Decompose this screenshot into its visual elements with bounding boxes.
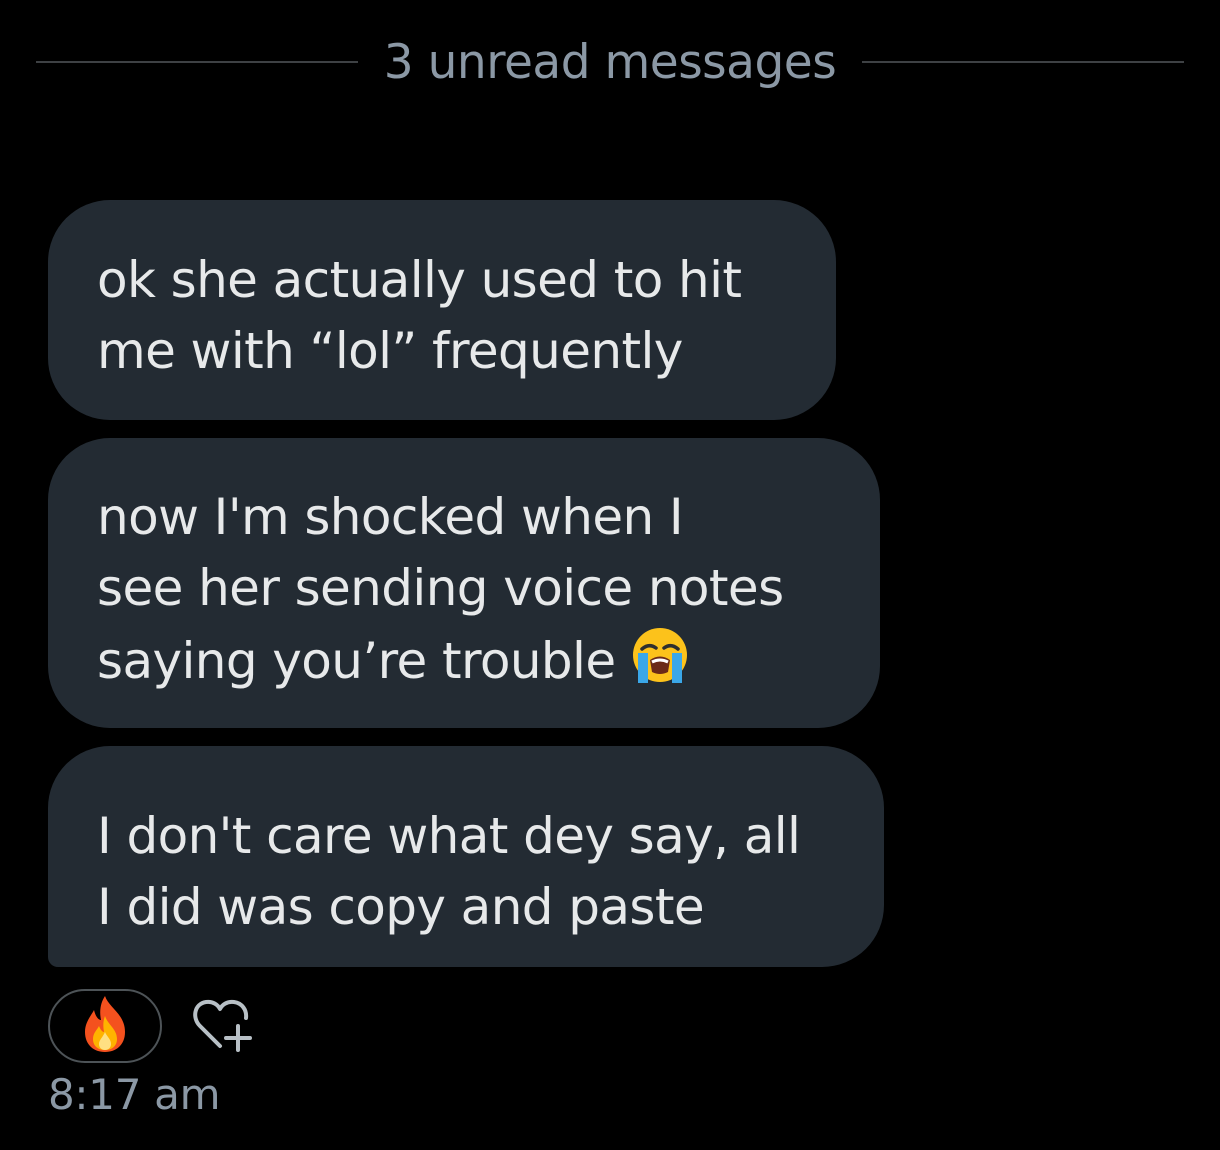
divider-rule-left [36, 61, 358, 63]
message-text-line: ok she actually used to hit [97, 251, 742, 309]
message-text-line: now I'm shocked when I [97, 488, 684, 546]
message-text-line: saying you’re trouble [97, 632, 616, 690]
add-reaction-button[interactable] [190, 996, 260, 1056]
loudly-crying-face-icon [628, 624, 692, 707]
message-bubble[interactable]: I don't care what dey say, all I did was… [48, 746, 884, 967]
divider-rule-right [862, 61, 1185, 63]
message-bubble[interactable]: ok she actually used to hit me with “lol… [48, 200, 836, 420]
message-timestamp: 8:17 am [48, 1070, 221, 1119]
heart-plus-icon [190, 994, 260, 1058]
unread-messages-divider: 3 unread messages [36, 20, 1185, 104]
fire-reaction-button[interactable] [48, 989, 162, 1063]
message-text-line-with-emoji: saying you’re trouble [97, 624, 840, 707]
message-text-line: I don't care what dey say, all [97, 807, 801, 865]
message-text-line: me with “lol” frequently [97, 322, 683, 380]
message-text-line: I did was copy and paste [97, 878, 705, 936]
message-bubble[interactable]: now I'm shocked when I see her sending v… [48, 438, 880, 728]
fire-icon [79, 994, 131, 1058]
message-text-line: see her sending voice notes [97, 559, 784, 617]
unread-messages-label: 3 unread messages [383, 34, 837, 90]
reaction-row [48, 988, 260, 1064]
